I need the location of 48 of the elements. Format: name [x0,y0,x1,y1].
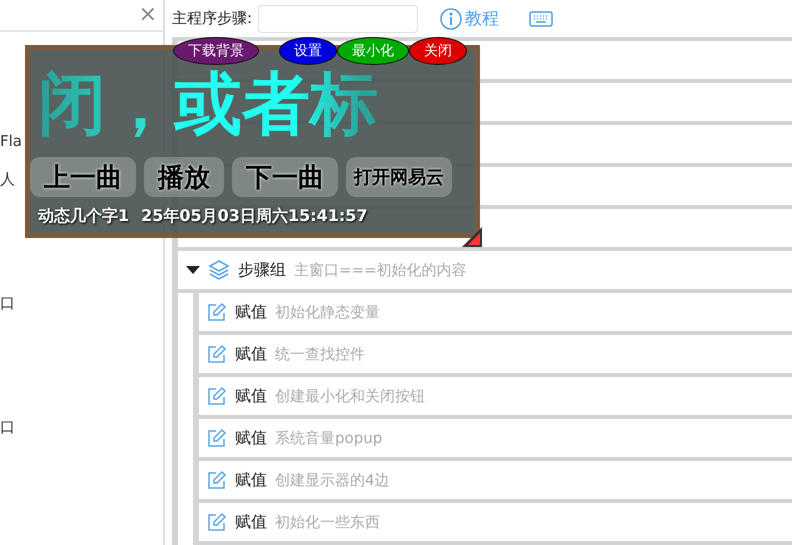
step-row[interactable]: 赋值 初始化静态变量 [199,293,792,335]
player-button[interactable]: 播放 [144,157,224,197]
info-icon [440,8,462,30]
step-note: 统一查找控件 [275,344,365,364]
pill-button[interactable]: 关闭 [409,37,467,65]
caption-text: 动态几个字1 [38,206,130,227]
edit-icon [207,302,227,322]
step-action: 赋值 [235,512,267,532]
edit-icon [207,344,227,364]
step-action: 赋值 [235,428,267,448]
step-row[interactable]: 赋值 统一查找控件 [199,335,792,377]
step-note: 主窗口===初始化的内容 [294,260,467,280]
step-note: 系统音量popup [275,428,382,448]
panel-text: 人 [0,170,15,189]
datetime-text: 25年05月03日周六15:41:57 [141,206,368,227]
expand-icon[interactable] [186,266,200,274]
step-note: 创建最小化和关闭按钮 [275,386,425,406]
pill-button[interactable]: 下载背景 [173,37,259,65]
pill-button[interactable]: 设置 [279,37,337,65]
step-action: 赋值 [235,386,267,406]
step-row[interactable]: 赋值 创建最小化和关闭按钮 [199,377,792,419]
step-note: 初始化一些东西 [275,512,380,532]
step-row[interactable]: 赋值 系统音量popup [199,419,792,461]
step-action: 赋值 [235,302,267,322]
panel-text: Fla [0,132,22,150]
player-button[interactable]: 上一曲 [30,157,136,197]
edit-icon [207,470,227,490]
step-note: 初始化静态变量 [275,302,380,322]
panel-text: 口 [0,418,15,437]
close-button[interactable]: × [138,4,157,26]
step-action: 赋值 [235,344,267,364]
step-row[interactable]: 赋值 初始化一些东西 [199,503,792,545]
edit-icon [207,386,227,406]
group-row[interactable]: 步骤组 主窗口===初始化的内容 [178,251,792,293]
edit-icon [207,512,227,532]
panel-text: 口 [0,294,15,313]
step-row[interactable]: 赋值 创建显示器的4边 [199,461,792,503]
layers-icon [208,259,230,281]
steps-label: 主程序步骤: [172,9,252,28]
step-note: 创建显示器的4边 [275,470,390,490]
player-button[interactable]: 下一曲 [232,157,338,197]
edit-icon [207,428,227,448]
keyboard-icon[interactable] [529,10,554,26]
player-button[interactable]: 打开网易云 [346,157,452,197]
resize-grip-icon[interactable] [462,227,482,247]
step-action: 赋值 [235,470,267,490]
steps-input-field[interactable] [258,4,418,32]
step-action: 步骤组 [238,260,286,280]
